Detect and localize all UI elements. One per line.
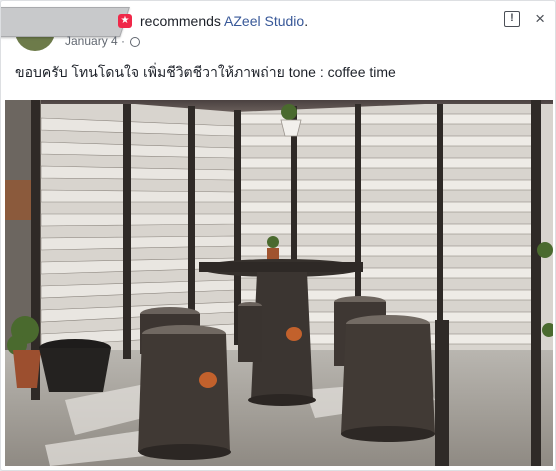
post-card: ★ recommends AZeel Studio. January 4 · !… (0, 0, 556, 471)
redacted-name-overlay (1, 7, 130, 37)
report-glyph: ! (510, 12, 514, 24)
globe-icon (130, 37, 141, 47)
post-date-link[interactable]: January 4 (65, 34, 118, 48)
report-icon[interactable]: ! (504, 11, 520, 27)
header-period: . (304, 13, 309, 29)
close-glyph: × (535, 9, 545, 28)
recommend-star-glyph: ★ (120, 15, 130, 26)
post-meta: January 4 · (65, 34, 141, 48)
post-text: ขอบครับ โทนโดนใจ เพิ่มชีวิตชีวาให้ภาพถ่า… (15, 64, 396, 80)
recommend-badge-icon: ★ (118, 14, 132, 28)
close-icon[interactable]: × (535, 9, 545, 28)
post-header: recommends AZeel Studio. (140, 13, 308, 29)
page-name-link[interactable]: AZeel Studio (224, 13, 304, 29)
post-photo[interactable] (5, 100, 553, 466)
recommends-label: recommends (140, 13, 221, 29)
meta-separator: · (121, 34, 126, 48)
